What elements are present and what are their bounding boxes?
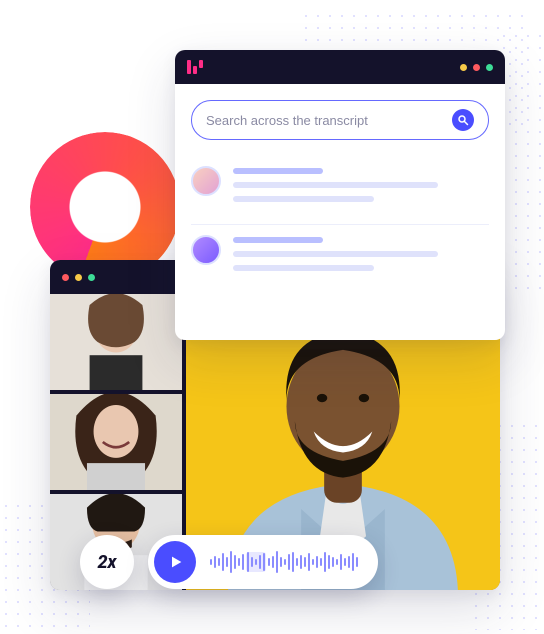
waveform-bar: [288, 554, 290, 570]
transcript-row[interactable]: [191, 225, 489, 293]
search-icon[interactable]: [452, 109, 474, 131]
titlebar: [175, 50, 505, 84]
search-input-container[interactable]: [191, 100, 489, 140]
maximize-dot-icon[interactable]: [486, 64, 493, 71]
waveform-bar: [284, 559, 286, 565]
waveform-bar: [234, 555, 236, 569]
close-dot-icon[interactable]: [473, 64, 480, 71]
waveform-bar: [222, 553, 224, 571]
waveform-bar: [214, 556, 216, 568]
avatar: [191, 166, 221, 196]
playback-speed-button[interactable]: 2x: [80, 535, 134, 589]
waveform-bar: [242, 554, 244, 570]
traffic-lights: [62, 274, 95, 281]
waveform[interactable]: [210, 547, 358, 577]
close-dot-icon[interactable]: [62, 274, 69, 281]
logo-icon: [187, 60, 203, 74]
waveform-bar: [238, 558, 240, 566]
waveform-bar: [272, 556, 274, 568]
waveform-bar: [230, 551, 232, 573]
minimize-dot-icon[interactable]: [460, 64, 467, 71]
waveform-bar: [324, 552, 326, 572]
waveform-bar: [308, 553, 310, 571]
avatar: [191, 235, 221, 265]
waveform-bar: [332, 557, 334, 567]
waveform-bar: [352, 553, 354, 571]
waveform-bar: [259, 555, 261, 569]
waveform-bar: [344, 558, 346, 566]
transcript-text-placeholder: [233, 166, 489, 210]
waveform-bar: [312, 559, 314, 565]
waveform-bar: [210, 559, 212, 565]
minimize-dot-icon[interactable]: [75, 274, 82, 281]
transcript-list: [175, 156, 505, 309]
waveform-bar: [226, 557, 228, 567]
waveform-bar: [336, 559, 338, 565]
play-button[interactable]: [154, 541, 196, 583]
participant-thumbnail[interactable]: [50, 394, 182, 490]
waveform-bar: [280, 557, 282, 567]
waveform-bar: [251, 557, 253, 567]
waveform-bar: [296, 558, 298, 566]
audio-player: 2x: [80, 535, 378, 589]
waveform-bar: [218, 558, 220, 566]
transcript-row[interactable]: [191, 156, 489, 225]
transcript-text-placeholder: [233, 235, 489, 279]
waveform-bar: [348, 556, 350, 568]
search-input[interactable]: [206, 113, 442, 128]
waveform-bar: [276, 551, 278, 573]
participant-thumbnail[interactable]: [50, 294, 182, 390]
waveform-bar: [304, 557, 306, 567]
maximize-dot-icon[interactable]: [88, 274, 95, 281]
waveform-bar: [316, 556, 318, 568]
traffic-lights: [460, 64, 493, 71]
waveform-bar: [247, 552, 249, 572]
waveform-bar: [268, 558, 270, 566]
waveform-bar: [263, 553, 265, 571]
waveform-bar: [320, 558, 322, 566]
waveform-bar: [255, 559, 257, 565]
waveform-bar: [340, 554, 342, 570]
transcript-window: [175, 50, 505, 340]
waveform-bar: [328, 555, 330, 569]
waveform-bar: [292, 552, 294, 572]
player-pill: [148, 535, 378, 589]
waveform-bar: [356, 557, 358, 567]
waveform-bar: [300, 555, 302, 569]
